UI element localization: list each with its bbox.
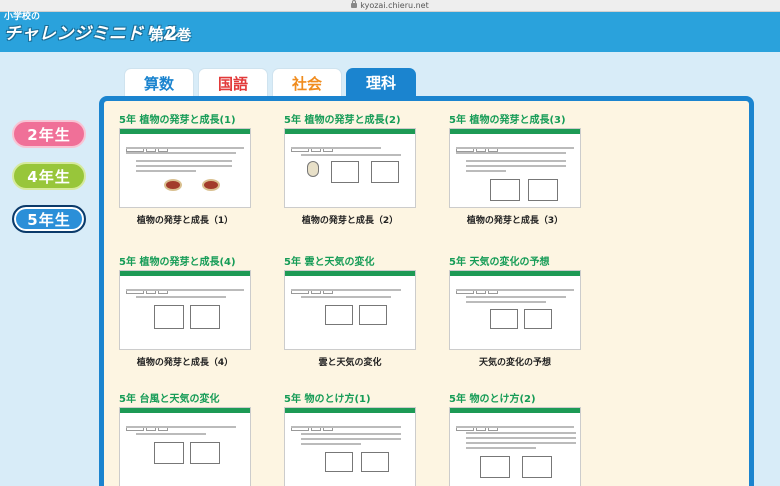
worksheet-thumbnail[interactable] xyxy=(284,128,416,208)
url-text: kyozai.chieru.net xyxy=(360,1,429,10)
worksheet-card[interactable]: 5年 天気の変化の予想 天気の変化の予想 xyxy=(449,256,584,368)
tab-label: 社会 xyxy=(291,75,322,93)
card-title: 5年 植物の発芽と成長(4) xyxy=(119,257,236,268)
worksheet-card[interactable]: 5年 植物の発芽と成長(1) 植物の発芽と成長（1） xyxy=(119,114,254,226)
logo-subtitle: 小学校の xyxy=(4,12,41,22)
card-caption: 天気の変化の予想 xyxy=(478,358,551,368)
card-title: 5年 物のとけ方(2) xyxy=(449,394,536,405)
grade-2-button[interactable]: 2年生 xyxy=(12,120,86,148)
tab-label: 理科 xyxy=(365,74,396,92)
volume-suffix: 巻 xyxy=(177,28,192,44)
grade-4-button[interactable]: 4年生 xyxy=(12,162,86,190)
worksheet-thumbnail[interactable] xyxy=(284,270,416,350)
card-caption: 植物の発芽と成長（3） xyxy=(466,216,564,226)
worksheet-thumbnail[interactable] xyxy=(119,128,251,208)
worksheet-card[interactable]: 5年 植物の発芽と成長(4) 植物の発芽と成長（4） xyxy=(119,256,254,368)
worksheet-card[interactable]: 5年 物のとけ方(1) xyxy=(284,393,419,486)
lock-icon xyxy=(351,0,358,8)
worksheet-card[interactable]: 5年 物のとけ方(2) xyxy=(449,393,584,486)
volume-number: 2 xyxy=(164,23,178,45)
card-caption: 植物の発芽と成長（1） xyxy=(136,216,234,226)
grade-5-button[interactable]: 5年生 xyxy=(12,205,86,233)
card-title: 5年 天気の変化の予想 xyxy=(449,257,550,268)
card-title: 5年 植物の発芽と成長(2) xyxy=(284,115,401,126)
worksheet-card[interactable]: 5年 雲と天気の変化 雲と天気の変化 xyxy=(284,256,419,368)
browser-url-bar[interactable]: kyozai.chieru.net xyxy=(0,0,780,12)
tab-japanese[interactable]: 国語 xyxy=(198,68,268,98)
card-title: 5年 台風と天気の変化 xyxy=(119,394,220,405)
worksheet-thumbnail[interactable] xyxy=(449,407,581,486)
worksheet-thumbnail[interactable] xyxy=(284,407,416,486)
worksheet-card[interactable]: 5年 台風と天気の変化 xyxy=(119,393,254,486)
card-title: 5年 植物の発芽と成長(1) xyxy=(119,115,236,126)
card-caption: 植物の発芽と成長（4） xyxy=(136,358,234,368)
tab-math[interactable]: 算数 xyxy=(124,68,194,98)
worksheet-panel: 5年 植物の発芽と成長(1) 植物の発芽と成長（1） 5年 植物の発芽と成長(2… xyxy=(99,96,754,486)
tab-label: 国語 xyxy=(217,75,248,93)
volume-prefix: 第 xyxy=(150,28,164,44)
card-title: 5年 物のとけ方(1) xyxy=(284,394,371,405)
worksheet-thumbnail[interactable] xyxy=(449,128,581,208)
volume-label: 第2巻 xyxy=(150,23,191,45)
worksheet-thumbnail[interactable] xyxy=(119,407,251,486)
site-header: 小学校の チャレンジミニドリル 第2巻 xyxy=(0,12,780,52)
card-caption: 植物の発芽と成長（2） xyxy=(301,216,399,226)
worksheet-card[interactable]: 5年 植物の発芽と成長(3) 植物の発芽と成長（3） xyxy=(449,114,584,226)
tab-label: 算数 xyxy=(143,75,174,93)
worksheet-thumbnail[interactable] xyxy=(449,270,581,350)
card-title: 5年 植物の発芽と成長(3) xyxy=(449,115,566,126)
worksheet-card[interactable]: 5年 植物の発芽と成長(2) 植物の発芽と成長（2） xyxy=(284,114,419,226)
card-title: 5年 雲と天気の変化 xyxy=(284,257,375,268)
tab-science[interactable]: 理科 xyxy=(346,68,416,98)
tab-social[interactable]: 社会 xyxy=(272,68,342,98)
worksheet-thumbnail[interactable] xyxy=(119,270,251,350)
card-caption: 雲と天気の変化 xyxy=(318,358,382,368)
